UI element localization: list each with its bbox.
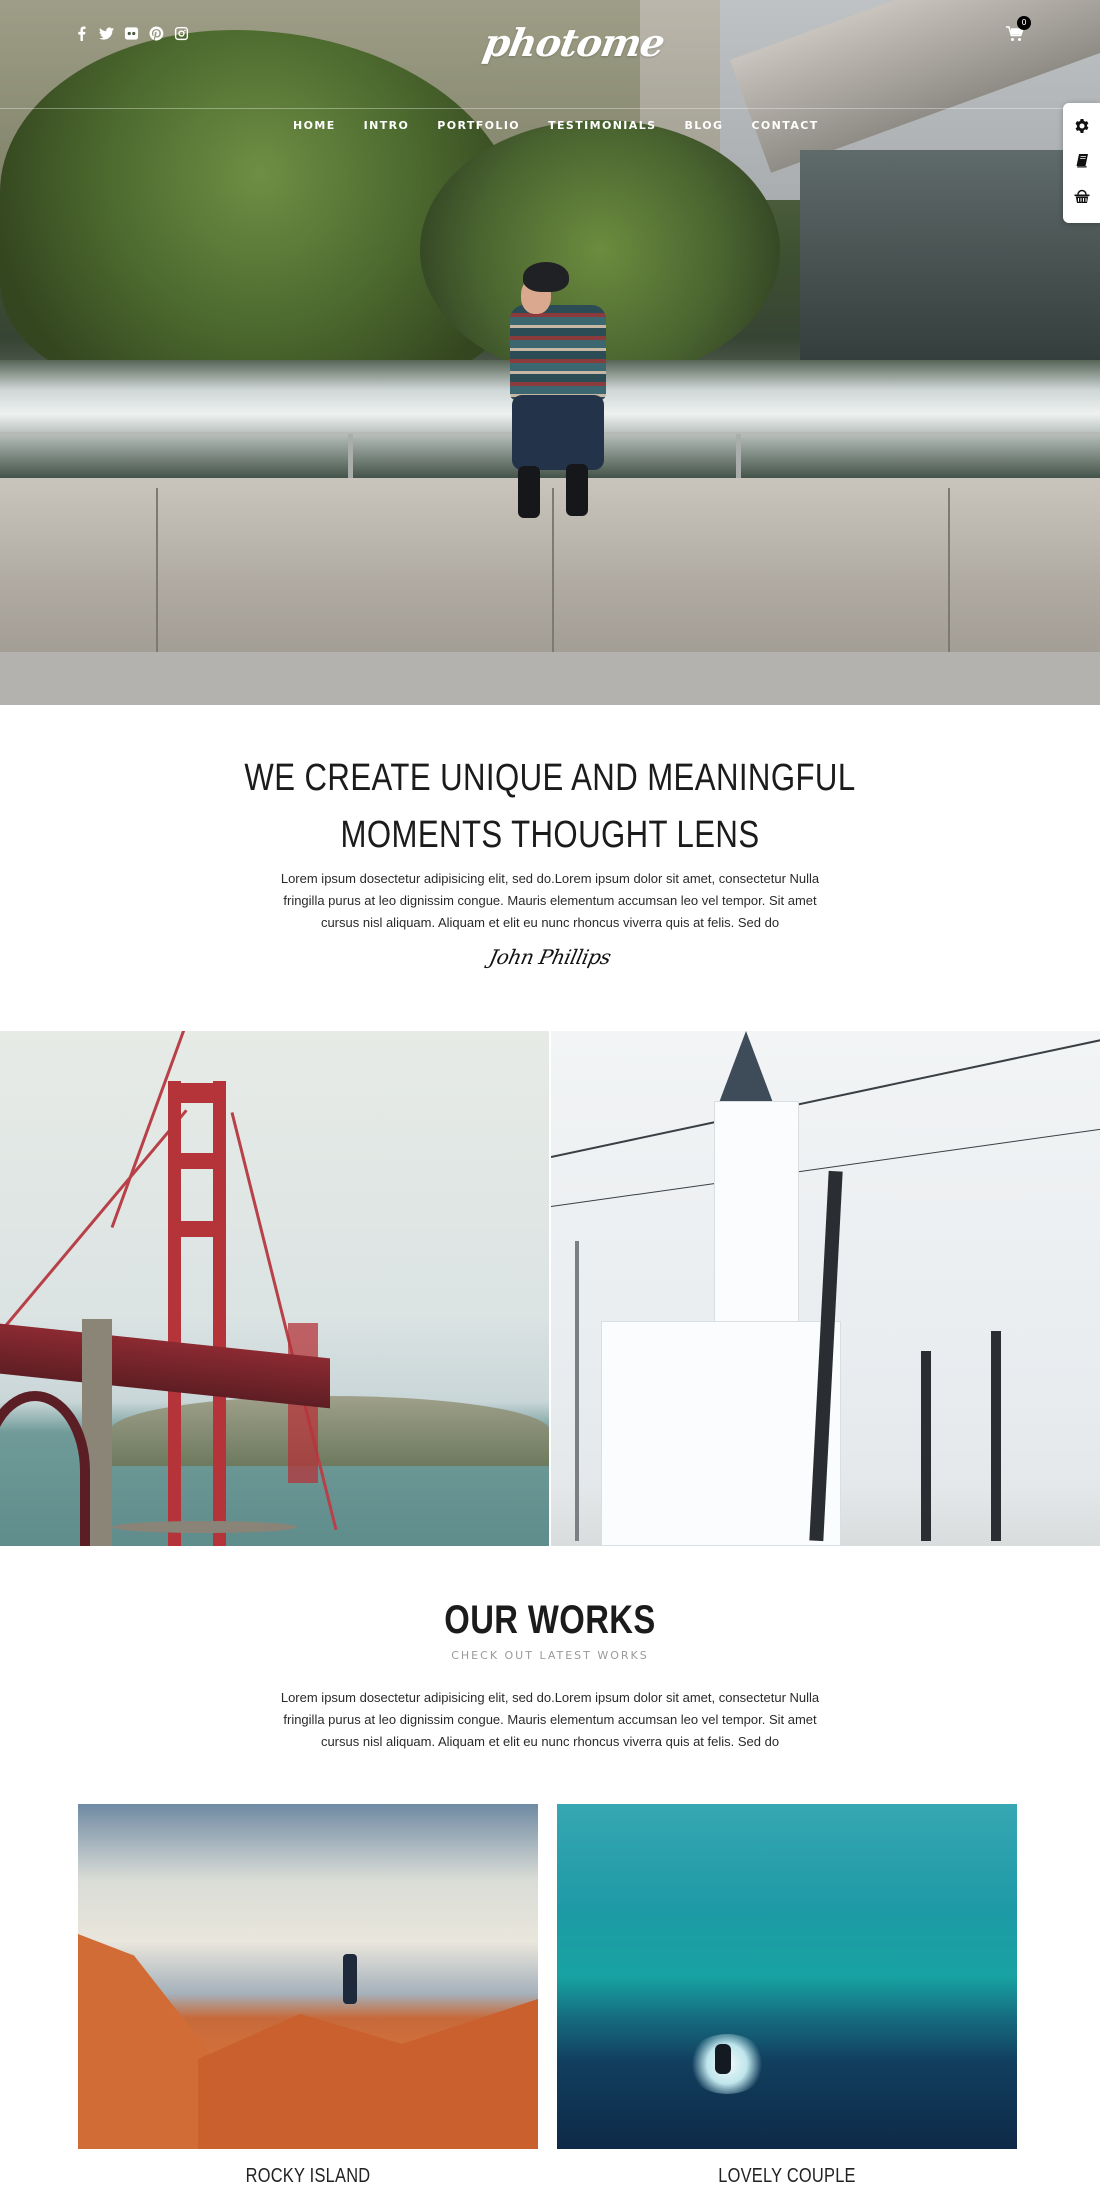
- site-logo[interactable]: photome: [480, 20, 668, 65]
- nav-item-intro[interactable]: INTRO: [364, 119, 410, 132]
- book-icon[interactable]: [1073, 152, 1091, 170]
- hero-overpass-shadow: [800, 150, 1100, 390]
- photo-church-nave: [601, 1321, 841, 1546]
- paragraph-line: cursus nisl aliquam. Aliquam et elit eu …: [320, 915, 780, 930]
- photo-hiker: [343, 1954, 357, 2004]
- photo-tree-trunk: [921, 1351, 931, 1541]
- photo-rock: [198, 1999, 538, 2149]
- twitter-icon[interactable]: [99, 26, 114, 41]
- work-caption: ROCKY ISLAND: [245, 2165, 371, 2187]
- basket-icon[interactable]: [1073, 187, 1091, 205]
- intro-headline-line: MOMENTS THOUGHT LENS: [340, 814, 760, 856]
- intro-paragraph: Lorem ipsum dosectetur adipisicing elit,…: [150, 868, 950, 934]
- works-title: OUR WORKS: [444, 1598, 656, 1642]
- hero-person-shoe: [566, 464, 588, 516]
- church-photo: [551, 1031, 1100, 1546]
- signature: John Phillips: [487, 945, 613, 969]
- photo-surfer: [715, 2044, 731, 2074]
- golden-gate-photo: [0, 1031, 549, 1546]
- work-card-rocky-island[interactable]: [78, 1804, 538, 2149]
- hero-person-body: [510, 305, 606, 400]
- photo-tower-beam: [168, 1153, 226, 1169]
- cart-count-badge: 0: [1017, 16, 1031, 30]
- photo-tower-leg: [213, 1081, 226, 1546]
- paragraph-line: Lorem ipsum dosectetur adipisicing elit,…: [280, 1690, 820, 1705]
- paragraph-line: Lorem ipsum dosectetur adipisicing elit,…: [280, 871, 820, 886]
- nav-item-home[interactable]: HOME: [293, 119, 336, 132]
- nav-item-portfolio[interactable]: PORTFOLIO: [437, 119, 520, 132]
- instagram-icon[interactable]: [174, 26, 189, 41]
- photo-tree-trunk: [991, 1331, 1001, 1541]
- wall-seam: [948, 488, 950, 653]
- photo-arch: [0, 1391, 90, 1546]
- hero-person-legs: [512, 395, 604, 470]
- header-divider: [0, 108, 1100, 109]
- intro-headline-line: WE CREATE UNIQUE AND MEANINGFUL: [244, 757, 856, 799]
- photo-tower-beam: [168, 1083, 226, 1103]
- photo-lamp-post: [575, 1241, 579, 1541]
- social-links: [74, 26, 189, 41]
- paragraph-line: fringilla purus at leo dignissim congue.…: [283, 893, 817, 908]
- works-subtitle: CHECK OUT LATEST WORKS: [451, 1649, 649, 1662]
- side-tool-panel: [1063, 103, 1100, 223]
- pinterest-icon[interactable]: [149, 26, 164, 41]
- paragraph-line: cursus nisl aliquam. Aliquam et elit eu …: [320, 1734, 780, 1749]
- works-paragraph: Lorem ipsum dosectetur adipisicing elit,…: [150, 1687, 950, 1753]
- flickr-icon[interactable]: [124, 26, 139, 41]
- hero-pavement: [0, 652, 1100, 705]
- photo-cable: [230, 1112, 338, 1531]
- nav-item-testimonials[interactable]: TESTIMONIALS: [548, 119, 656, 132]
- work-card-lovely-couple[interactable]: [557, 1804, 1017, 2149]
- wall-seam: [552, 488, 554, 653]
- facebook-icon[interactable]: [74, 26, 89, 41]
- intro-headline: WE CREATE UNIQUE AND MEANINGFUL MOMENTS …: [222, 750, 878, 864]
- hero-section: photome 0 HOME INTRO PORTFOLIO TESTIMONI…: [0, 0, 1100, 705]
- photo-tower-beam: [168, 1221, 226, 1237]
- main-nav: HOME INTRO PORTFOLIO TESTIMONIALS BLOG C…: [293, 119, 847, 132]
- photo-rock: [78, 1934, 218, 2149]
- hero-concrete-wall: [0, 478, 1100, 653]
- photo-tower-base: [112, 1521, 297, 1533]
- hero-person-shoe: [518, 466, 540, 518]
- nav-item-blog[interactable]: BLOG: [684, 119, 723, 132]
- paragraph-line: fringilla purus at leo dignissim congue.…: [283, 1712, 817, 1727]
- work-caption: LOVELY COUPLE: [718, 2165, 856, 2187]
- intro-section: WE CREATE UNIQUE AND MEANINGFUL MOMENTS …: [0, 705, 1100, 1031]
- works-section: OUR WORKS CHECK OUT LATEST WORKS Lorem i…: [0, 1546, 1100, 2200]
- featured-photos: [0, 1031, 1100, 1546]
- hero-person-beanie: [523, 262, 569, 292]
- photo-cable: [0, 1109, 188, 1334]
- wall-seam: [156, 488, 158, 653]
- photo-tower-leg: [168, 1081, 181, 1546]
- nav-item-contact[interactable]: CONTACT: [751, 119, 818, 132]
- gear-icon[interactable]: [1073, 117, 1091, 135]
